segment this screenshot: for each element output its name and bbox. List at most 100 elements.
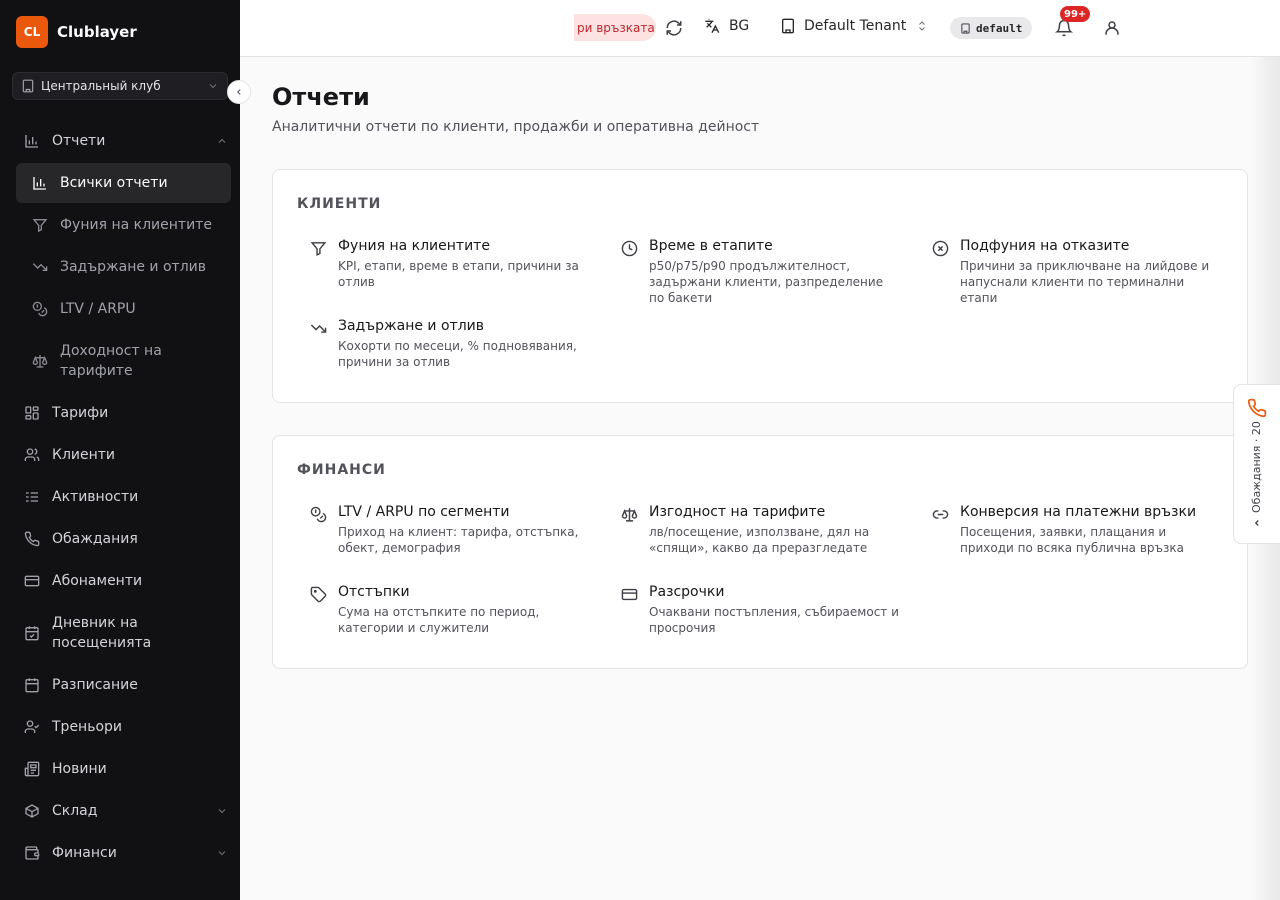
sidebar-item-clients[interactable]: Клиенти xyxy=(0,434,240,476)
environment-badge: default xyxy=(950,17,1033,39)
report-title: Подфуния на отказите xyxy=(960,238,1130,254)
building-icon xyxy=(21,79,35,93)
sidebar-item-trainers[interactable]: Треньори xyxy=(0,706,240,748)
sidebar-item-reports[interactable]: Отчети xyxy=(0,120,240,162)
clock-icon xyxy=(621,240,638,257)
sidebar-item-label: Отчети xyxy=(52,133,106,149)
building-icon xyxy=(780,18,796,34)
chevron-down-icon xyxy=(216,805,228,817)
report-title: LTV / ARPU по сегменти xyxy=(338,504,510,520)
sidebar-item-visit-log[interactable]: Дневник на посещенията xyxy=(0,602,240,664)
user-check-icon xyxy=(24,719,40,735)
scale-icon xyxy=(621,506,638,523)
header-blank-area xyxy=(414,4,574,44)
sidebar-subitem-client-funnel[interactable]: Фуния на клиентите xyxy=(16,204,231,246)
funnel-icon xyxy=(32,217,48,233)
connection-status-badge[interactable]: ри връзката xyxy=(574,14,656,41)
phone-icon xyxy=(24,531,40,547)
header-toolbar: ри връзката BG Default Tenant default 99… xyxy=(574,4,1129,48)
sidebar-collapse-button[interactable] xyxy=(227,80,251,104)
sidebar-item-label: Активности xyxy=(52,489,139,505)
sidebar-item-calls[interactable]: Обаждания xyxy=(0,518,240,560)
report-title: Време в етапите xyxy=(649,238,773,254)
calendar-check-icon xyxy=(24,625,40,641)
top-header: ри връзката BG Default Tenant default 99… xyxy=(240,0,1280,57)
sidebar-item-label: Тарифи xyxy=(52,405,109,421)
sidebar-item-tariffs[interactable]: Тарифи xyxy=(0,392,240,434)
sidebar-item-schedule[interactable]: Разписание xyxy=(0,664,240,706)
report-title: Изгодност на тарифите xyxy=(649,504,826,520)
calendar-icon xyxy=(24,677,40,693)
brand-name: Clublayer xyxy=(57,23,137,41)
sidebar-item-subscriptions[interactable]: Абонаменти xyxy=(0,560,240,602)
clients-reports-card: КЛИЕНТИ Фуния на клиентите KPI, етапи, в… xyxy=(272,169,1248,403)
sidebar-item-finances[interactable]: Финанси xyxy=(0,832,240,874)
trending-down-icon xyxy=(32,259,48,275)
user-icon[interactable] xyxy=(1103,19,1121,37)
report-title: Конверсия на платежни връзки xyxy=(960,504,1197,520)
sidebar-subitem-retention[interactable]: Задържане и отлив xyxy=(16,246,231,288)
sidebar-item-label: Обаждания xyxy=(52,531,138,547)
tenant-selector[interactable]: Default Tenant xyxy=(780,18,928,34)
sidebar-item-label: Финанси xyxy=(52,845,117,861)
sidebar-item-label: Клиенти xyxy=(52,447,116,463)
language-label: BG xyxy=(729,18,750,34)
link-icon xyxy=(932,506,949,523)
section-title: КЛИЕНТИ xyxy=(297,196,382,212)
report-description: KPI, етапи, време в етапи, причини за от… xyxy=(338,259,579,289)
users-icon xyxy=(24,447,40,463)
box-icon xyxy=(24,803,40,819)
sidebar-item-label: Склад xyxy=(52,803,98,819)
report-description: лв/посещение, използване, дял на «спящи»… xyxy=(649,525,870,555)
club-select-value: Центральный клуб xyxy=(41,79,161,93)
brand-logo: CL xyxy=(16,16,48,48)
sidebar-item-label: Абонаменти xyxy=(52,573,143,589)
report-title: Разсрочки xyxy=(649,584,725,600)
calls-panel-tab[interactable]: Обаждания · 20 xyxy=(1233,384,1280,544)
translate-icon xyxy=(704,18,720,34)
chevron-left-icon xyxy=(234,87,244,97)
sidebar-item-label: Дневник на посещенията xyxy=(52,615,152,651)
report-description: Сума на отстъпките по период, категории … xyxy=(338,605,540,635)
club-select[interactable]: Центральный клуб xyxy=(12,72,228,100)
sidebar-subitem-all-reports[interactable]: Всички отчети xyxy=(16,163,231,203)
brand[interactable]: CL Clublayer xyxy=(0,0,240,64)
report-title: Фуния на клиентите xyxy=(338,238,490,254)
finance-reports-card: ФИНАНСИ LTV / ARPU по сегменти Приход на… xyxy=(272,435,1248,669)
page-title: Отчети xyxy=(272,83,370,111)
report-description: Приход на клиент: тарифа, отстъпка, обек… xyxy=(338,525,579,555)
chevrons-up-down-icon xyxy=(916,19,928,33)
language-switcher[interactable]: BG xyxy=(704,18,749,34)
sidebar-subitem-label: Всички отчети xyxy=(60,175,168,191)
sidebar-item-activities[interactable]: Активности xyxy=(0,476,240,518)
bar-chart-icon xyxy=(32,175,48,191)
coins-icon xyxy=(32,301,48,317)
sidebar-item-label: Разписание xyxy=(52,677,138,693)
sidebar-subitem-label: LTV / ARPU xyxy=(60,301,136,317)
refresh-icon[interactable] xyxy=(665,19,683,37)
bar-chart-icon xyxy=(24,133,40,149)
credit-card-icon xyxy=(621,586,638,603)
sidebar-nav: Отчети Всички отчети Фуния на клиентите … xyxy=(0,120,240,874)
section-title: ФИНАНСИ xyxy=(297,462,386,478)
sidebar: CL Clublayer Центральный клуб Отчети Вси… xyxy=(0,0,240,900)
chevron-down-icon xyxy=(216,847,228,859)
sidebar-subitem-tariff-yield[interactable]: Доходност на тарифите xyxy=(16,330,231,392)
chevron-down-icon xyxy=(207,80,219,92)
sidebar-subitem-ltv-arpu[interactable]: LTV / ARPU xyxy=(16,288,231,330)
sidebar-item-warehouse[interactable]: Склад xyxy=(0,790,240,832)
building-icon xyxy=(960,22,971,34)
sidebar-item-news[interactable]: Новини xyxy=(0,748,240,790)
coins-icon xyxy=(310,506,327,523)
report-title: Отстъпки xyxy=(338,584,410,600)
environment-label: default xyxy=(976,21,1023,35)
report-description: Причини за приключване на лийдове и напу… xyxy=(960,259,1210,305)
sidebar-item-label: Треньори xyxy=(52,719,123,735)
chevron-up-icon xyxy=(216,135,228,147)
newspaper-icon xyxy=(24,761,40,777)
calls-panel-label: Обаждания · 20 xyxy=(1250,421,1263,513)
notifications-count-badge: 99+ xyxy=(1060,6,1091,22)
sidebar-subitem-label: Задържане и отлив xyxy=(60,259,206,275)
sidebar-subitem-label: Доходност на тарифите xyxy=(60,343,162,379)
x-circle-icon xyxy=(932,240,949,257)
